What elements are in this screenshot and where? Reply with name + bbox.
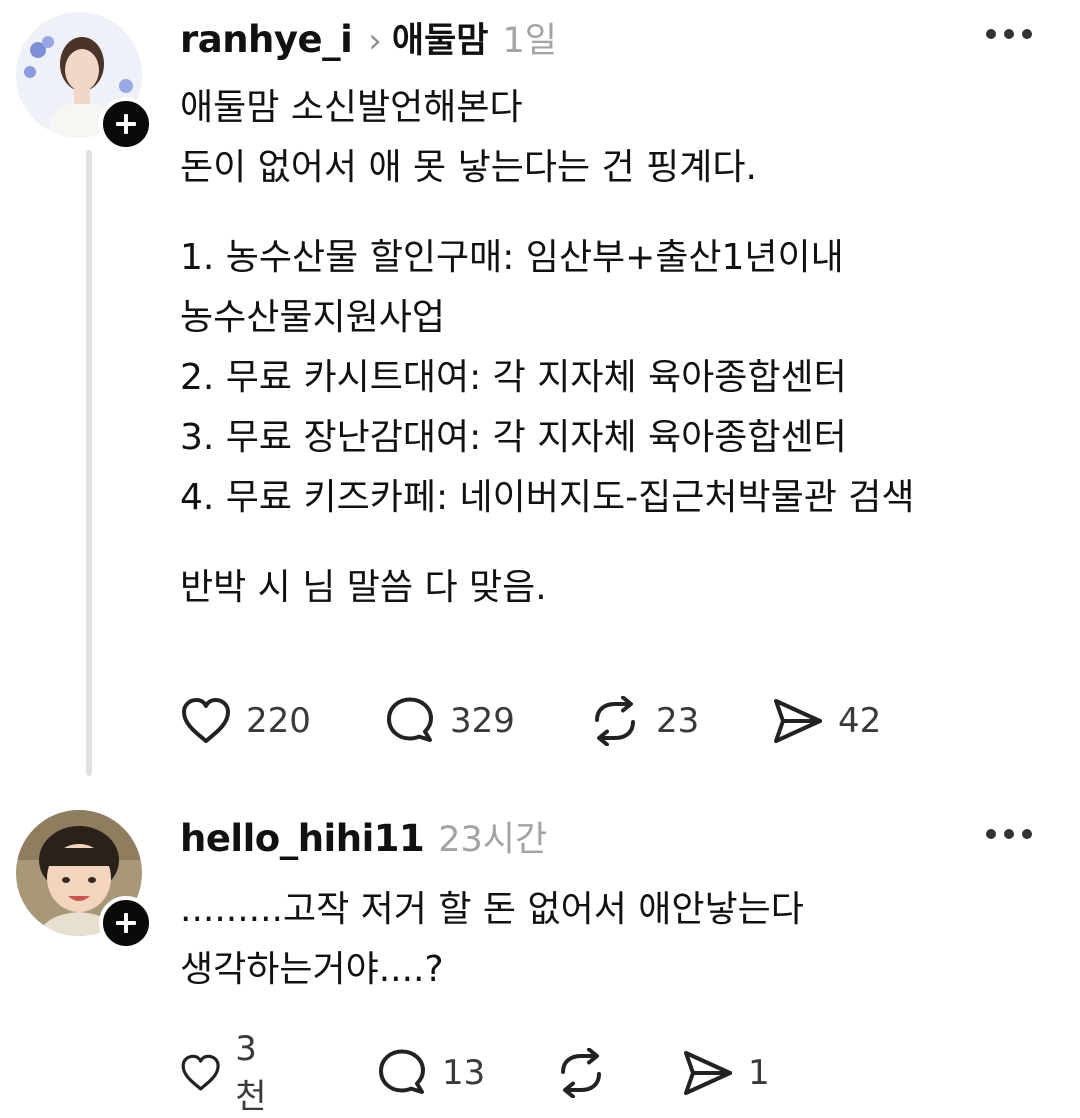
username[interactable]: hello_hihi11 (180, 817, 425, 860)
comment-button[interactable]: 13 (376, 1046, 485, 1100)
comment-bubble-icon (379, 1049, 425, 1094)
more-options-button[interactable] (984, 26, 1034, 45)
chevron-right-icon: › (368, 21, 382, 61)
share-count: 42 (838, 701, 882, 741)
post-text-line: 생각하는거야....? (180, 949, 444, 990)
post-timestamp: 23시간 (438, 820, 548, 860)
post-text-line: 농수산물지원사업 (180, 297, 445, 338)
thread-connector-line (86, 150, 92, 776)
comment-bubble-icon (387, 697, 433, 742)
send-icon (684, 1051, 732, 1095)
like-button[interactable]: 3천 (180, 1029, 277, 1117)
share-count: 1 (748, 1053, 770, 1093)
like-count: 220 (246, 701, 311, 741)
repost-count: 23 (656, 701, 700, 741)
more-options-button[interactable] (984, 826, 1034, 845)
post-text-line: 돈이 없어서 애 못 낳는다는 건 핑계다. (180, 147, 757, 188)
heart-icon (181, 1054, 220, 1091)
repost-button[interactable]: 23 (588, 694, 699, 748)
send-icon (774, 699, 822, 743)
comment-count: 13 (442, 1053, 486, 1093)
post-text-line: 애둘맘 소신발언해본다 (180, 87, 523, 128)
share-button[interactable]: 42 (772, 694, 881, 748)
post-text: .........고작 저거 할 돈 없어서 애안낳는다 생각하는거야....? (180, 880, 804, 1000)
plus-icon (116, 913, 136, 933)
like-count: 3천 (235, 1028, 267, 1117)
follow-button[interactable] (99, 97, 153, 151)
share-button[interactable]: 1 (682, 1046, 770, 1100)
post-text-line: 1. 농수산물 할인구매: 임산부+출산1년이내 (180, 237, 844, 278)
more-horizontal-icon (986, 29, 1032, 39)
community-name[interactable]: 애둘맘 (392, 12, 489, 63)
post-text-line: 반박 시 님 말씀 다 맞음. (180, 567, 547, 608)
post-timestamp: 1일 (502, 21, 557, 61)
post-text-line: 2. 무료 카시트대여: 각 지자체 육아종합센터 (180, 357, 847, 398)
post-text-line: .........고작 저거 할 돈 없어서 애안낳는다 (180, 889, 804, 930)
comment-button[interactable]: 329 (384, 694, 515, 748)
repost-button[interactable] (554, 1046, 622, 1100)
more-horizontal-icon (986, 829, 1032, 839)
like-button[interactable]: 220 (180, 694, 311, 748)
repost-icon (595, 696, 635, 746)
heart-icon (182, 698, 230, 743)
post-header: hello_hihi11 23시간 (180, 811, 547, 861)
plus-icon (116, 114, 136, 134)
comment-count: 329 (450, 701, 515, 741)
post-header: ranhye_i › 애둘맘 1일 (180, 12, 557, 62)
follow-button[interactable] (99, 896, 153, 950)
post-text-line: 4. 무료 키즈카페: 네이버지도-집근처박물관 검색 (180, 477, 915, 518)
post-text: 애둘맘 소신발언해본다 돈이 없어서 애 못 낳는다는 건 핑계다. 1. 농수… (180, 78, 915, 618)
post-text-line: 3. 무료 장난감대여: 각 지자체 육아종합센터 (180, 417, 847, 458)
username[interactable]: ranhye_i (180, 18, 353, 61)
thread-post: ranhye_i › 애둘맘 1일 애둘맘 소신발언해본다 돈이 없어서 애 못… (0, 0, 1080, 790)
thread-post: hello_hihi11 23시간 .........고작 저거 할 돈 없어서… (0, 790, 1080, 1117)
repost-icon (561, 1048, 601, 1098)
